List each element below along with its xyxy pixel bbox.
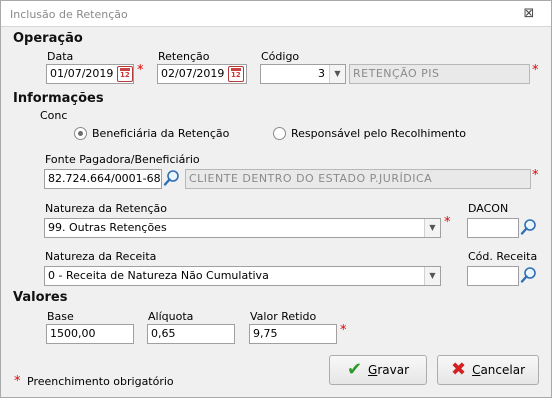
cross-icon: ✖: [450, 359, 467, 380]
radio-beneficiaria-label[interactable]: Beneficiária da Retenção: [92, 127, 229, 140]
radio-responsavel-label[interactable]: Responsável pelo Recolhimento: [291, 127, 466, 140]
dacon-label: DACON: [468, 202, 509, 215]
magnifier-icon[interactable]: [519, 265, 539, 285]
required-mark: *: [532, 63, 539, 78]
close-icon[interactable]: ⊠: [522, 7, 536, 21]
cancelar-button[interactable]: ✖ Cancelar: [437, 355, 539, 385]
aliquota-input[interactable]: 0,65: [147, 324, 235, 344]
natureza-receita-select[interactable]: 0 - Receita de Natureza Não Cumulativa: [44, 266, 441, 286]
retencao-label: Retenção: [158, 50, 210, 63]
cod-receita-input[interactable]: [467, 266, 519, 286]
cancelar-label: Cancelar: [472, 363, 526, 377]
aliquota-label: Alíquota: [148, 310, 194, 323]
required-mark: *: [14, 374, 21, 389]
gravar-label: Gravar: [368, 363, 410, 377]
codigo-description: RETENÇÃO PIS: [349, 64, 530, 84]
required-mark: *: [340, 323, 347, 338]
natureza-retencao-select[interactable]: 99. Outras Retenções: [44, 218, 441, 238]
base-input[interactable]: 1500,00: [46, 324, 134, 344]
codigo-label: Código: [261, 50, 300, 63]
section-operacao: Operação: [13, 31, 83, 46]
section-valores: Valores: [13, 290, 68, 305]
valor-retido-label: Valor Retido: [250, 310, 317, 323]
fonte-description: CLIENTE DENTRO DO ESTADO P.JURÍDICA: [185, 169, 531, 189]
cond-label: Conc: [40, 109, 68, 122]
required-mark: *: [137, 63, 144, 78]
chevron-down-icon[interactable]: ▼: [329, 65, 345, 83]
cod-receita-label: Cód. Receita: [468, 250, 538, 263]
fonte-label: Fonte Pagadora/Beneficiário: [45, 153, 200, 166]
required-mark: *: [444, 215, 451, 230]
natureza-receita-label: Natureza da Receita: [45, 250, 157, 263]
base-label: Base: [47, 310, 74, 323]
calendar-icon[interactable]: [228, 66, 244, 82]
required-note: Preenchimento obrigatório: [27, 375, 174, 388]
radio-beneficiaria[interactable]: [74, 127, 87, 140]
dialog-window: Inclusão de Retenção ⊠ Operação Data 01/…: [0, 0, 552, 398]
chevron-down-icon[interactable]: ▼: [424, 219, 440, 237]
title-bar: Inclusão de Retenção ⊠: [1, 1, 551, 27]
section-informacoes: Informações: [13, 91, 104, 106]
dacon-input[interactable]: [467, 218, 519, 238]
window-title: Inclusão de Retenção: [10, 8, 128, 21]
valor-retido-input[interactable]: 9,75: [249, 324, 337, 344]
magnifier-icon[interactable]: [519, 217, 539, 237]
gravar-button[interactable]: ✔ Gravar: [329, 355, 427, 385]
natureza-retencao-label: Natureza da Retenção: [45, 202, 168, 215]
required-mark: *: [532, 168, 539, 183]
magnifier-icon[interactable]: [162, 168, 182, 188]
calendar-icon[interactable]: [117, 66, 133, 82]
data-label: Data: [47, 50, 74, 63]
chevron-down-icon[interactable]: ▼: [424, 267, 440, 285]
check-icon: ✔: [346, 359, 363, 380]
fonte-input[interactable]: 82.724.664/0001-68: [44, 169, 162, 189]
radio-responsavel[interactable]: [273, 127, 286, 140]
